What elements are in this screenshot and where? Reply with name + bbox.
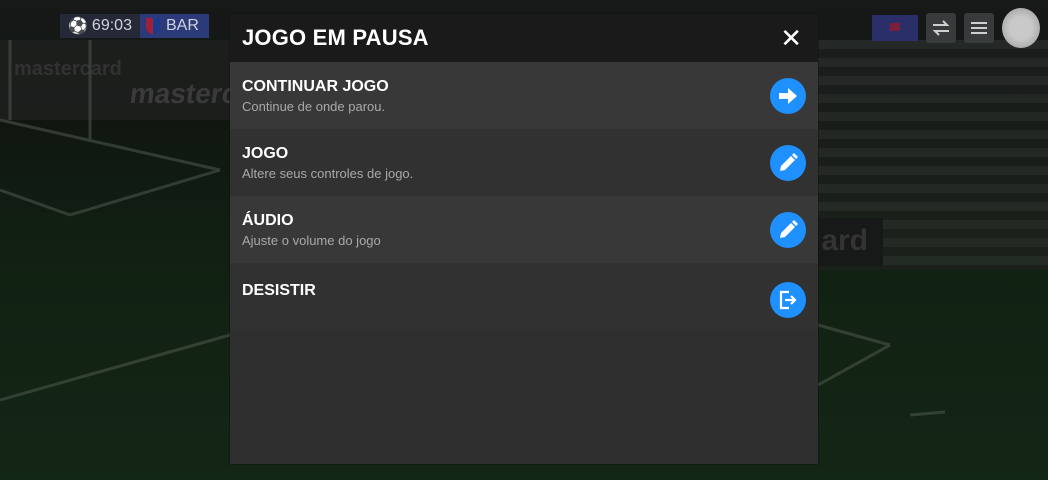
quit-button[interactable]: [770, 282, 806, 318]
menu-item-text: ÁUDIO Ajuste o volume do jogo: [242, 212, 381, 248]
modal-title: JOGO EM PAUSA: [242, 25, 429, 50]
ball-icon: ⚽: [68, 18, 88, 35]
menu-item-continue[interactable]: CONTINUAR JOGO Continue de onde parou.: [230, 62, 818, 129]
match-clock: ⚽ 69:03: [60, 16, 140, 36]
match-time: 69:03: [91, 17, 132, 34]
pencil-icon: [780, 152, 798, 171]
opponent-flag-icon: [872, 15, 918, 41]
team-crest-icon: [145, 18, 160, 34]
pencil-icon: [780, 219, 798, 238]
close-icon[interactable]: ✕: [780, 25, 802, 51]
hamburger-icon: [971, 22, 987, 34]
menu-button[interactable]: [964, 13, 994, 43]
scoreboard: ⚽ 69:03 BAR: [60, 14, 209, 38]
continue-button[interactable]: [770, 77, 806, 114]
team-code: BAR: [165, 17, 199, 34]
menu-item-label: CONTINUAR JOGO: [242, 77, 389, 95]
menu-item-audio[interactable]: ÁUDIO Ajuste o volume do jogo: [230, 196, 818, 263]
edit-audio-button[interactable]: [770, 211, 806, 248]
club-crest-icon: [1002, 8, 1040, 48]
swap-icon: [932, 20, 950, 36]
team-badge: BAR: [139, 14, 209, 38]
modal-body-empty: [230, 330, 818, 464]
menu-item-game[interactable]: JOGO Altere seus controles de jogo.: [230, 129, 818, 196]
menu-item-description: Ajuste o volume do jogo: [242, 232, 381, 248]
arrow-right-icon: [779, 87, 797, 104]
exit-icon: [779, 290, 797, 310]
menu-item-label: JOGO: [242, 144, 289, 162]
menu-item-text: JOGO Altere seus controles de jogo.: [242, 145, 413, 181]
menu-item-text: CONTINUAR JOGO Continue de onde parou.: [242, 78, 389, 114]
menu-item-description: Continue de onde parou.: [242, 98, 386, 114]
menu-item-text: DESISTIR: [242, 282, 316, 303]
menu-item-quit[interactable]: DESISTIR: [230, 263, 818, 330]
edit-game-button[interactable]: [770, 144, 806, 181]
menu-item-description: Altere seus controles de jogo.: [242, 165, 414, 181]
pause-modal: JOGO EM PAUSA ✕ CONTINUAR JOGO Continue …: [230, 14, 818, 464]
modal-header: JOGO EM PAUSA ✕: [230, 14, 818, 62]
menu-item-label: DESISTIR: [242, 282, 316, 299]
substitution-button[interactable]: [926, 13, 956, 43]
menu-item-label: ÁUDIO: [242, 211, 294, 229]
game-stage: mastercard mastercard ard ⚽ 69:03 BAR JO…: [0, 0, 1048, 480]
hud-right-controls: [872, 8, 1040, 48]
